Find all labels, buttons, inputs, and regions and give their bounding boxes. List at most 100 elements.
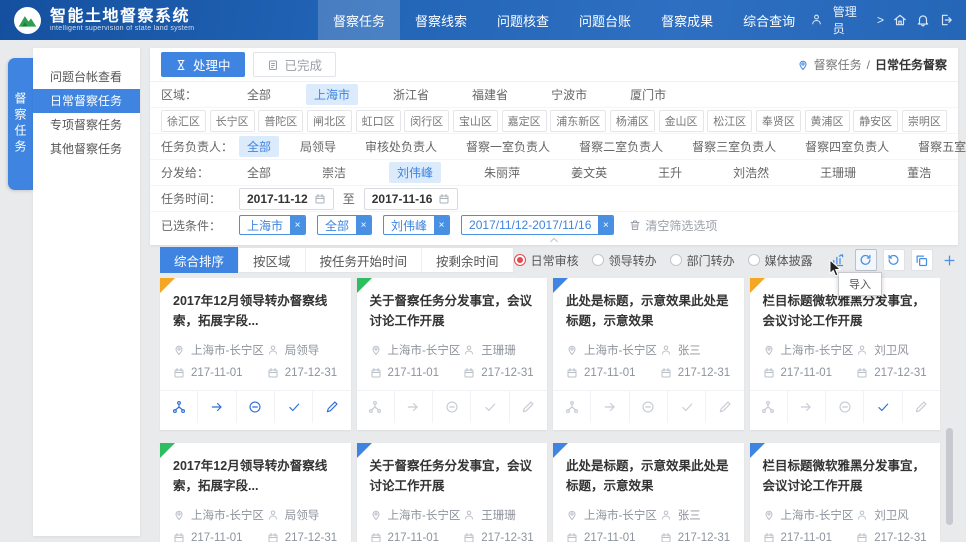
type-radio[interactable]: 领导转办 bbox=[592, 252, 657, 269]
task-card[interactable]: 关于督察任务分发事宜，会议讨论工作开展 上海市-长宁区 王珊珊 217-11-0… bbox=[357, 443, 548, 542]
owner-option[interactable]: 全部 bbox=[239, 136, 279, 157]
district-option[interactable]: 金山区 bbox=[659, 110, 704, 132]
filter-tag[interactable]: 2017/11/12-2017/11/16 × bbox=[461, 215, 614, 235]
district-option[interactable]: 虹口区 bbox=[356, 110, 401, 132]
export-icon[interactable] bbox=[883, 249, 905, 271]
district-option[interactable]: 闸北区 bbox=[307, 110, 352, 132]
sort-tab[interactable]: 按区域 bbox=[239, 248, 306, 272]
owner-option[interactable]: 督察五室负责人 bbox=[910, 136, 966, 157]
edit-pencil-icon[interactable] bbox=[903, 391, 940, 423]
filter-tag[interactable]: 全部 × bbox=[317, 215, 372, 235]
region-option[interactable]: 福建省 bbox=[464, 84, 516, 105]
region-option[interactable]: 浙江省 bbox=[385, 84, 437, 105]
district-option[interactable]: 长宁区 bbox=[210, 110, 255, 132]
task-card[interactable]: 栏目标题微软雅黑分发事宜，会议讨论工作开展 上海市-长宁区 刘卫风 217-11… bbox=[750, 278, 941, 430]
sidebar-item[interactable]: 问题台帐查看 bbox=[33, 65, 140, 89]
complete-check-icon[interactable] bbox=[275, 391, 313, 423]
suspend-icon[interactable] bbox=[826, 391, 864, 423]
type-radio[interactable]: 部门转办 bbox=[670, 252, 735, 269]
distribute-icon[interactable] bbox=[553, 391, 591, 423]
collapse-filters-button[interactable] bbox=[538, 234, 571, 247]
distribute-icon[interactable] bbox=[750, 391, 788, 423]
owner-option[interactable]: 审核处负责人 bbox=[357, 136, 445, 157]
home-icon[interactable] bbox=[893, 13, 907, 27]
task-card[interactable]: 此处是标题，示意效果此处是标题，示意效果 上海市-长宁区 张三 217-11-0… bbox=[553, 278, 744, 430]
close-icon[interactable]: × bbox=[356, 216, 371, 234]
sort-tab[interactable]: 按任务开始时间 bbox=[306, 248, 423, 272]
task-card[interactable]: 2017年12月领导转办督察线索，拓展字段... 上海市-长宁区 局领导 217… bbox=[160, 278, 351, 430]
user-name[interactable]: 管理员 bbox=[833, 3, 868, 37]
edit-pencil-icon[interactable] bbox=[706, 391, 743, 423]
assignee-option[interactable]: 刘伟峰 bbox=[389, 162, 441, 183]
distribute-icon[interactable] bbox=[160, 391, 198, 423]
complete-check-icon[interactable] bbox=[471, 391, 509, 423]
nav-item[interactable]: 督察任务 bbox=[318, 0, 400, 40]
district-option[interactable]: 宝山区 bbox=[453, 110, 498, 132]
distribute-icon[interactable] bbox=[357, 391, 395, 423]
district-option[interactable]: 奉贤区 bbox=[756, 110, 801, 132]
complete-check-icon[interactable] bbox=[668, 391, 706, 423]
type-radio[interactable]: 媒体披露 bbox=[748, 252, 813, 269]
suspend-icon[interactable] bbox=[237, 391, 275, 423]
tab-processing[interactable]: 处理中 bbox=[161, 52, 245, 77]
complete-check-icon[interactable] bbox=[864, 391, 902, 423]
date-from-input[interactable]: 2017-11-12 bbox=[239, 188, 334, 210]
district-option[interactable]: 嘉定区 bbox=[502, 110, 547, 132]
filter-tag[interactable]: 上海市 × bbox=[239, 215, 306, 235]
district-option[interactable]: 黄浦区 bbox=[805, 110, 850, 132]
task-card[interactable]: 2017年12月领导转办督察线索，拓展字段... 上海市-长宁区 局领导 217… bbox=[160, 443, 351, 542]
add-icon[interactable] bbox=[939, 249, 961, 271]
owner-option[interactable]: 局领导 bbox=[292, 136, 344, 157]
clear-filters-button[interactable]: 清空筛选选项 bbox=[629, 217, 717, 234]
nav-item[interactable]: 综合查询 bbox=[728, 0, 810, 40]
tab-done[interactable]: 已完成 bbox=[253, 52, 337, 77]
district-option[interactable]: 普陀区 bbox=[258, 110, 303, 132]
nav-item[interactable]: 督察成果 bbox=[646, 0, 728, 40]
district-option[interactable]: 杨浦区 bbox=[610, 110, 655, 132]
assignee-option[interactable]: 全部 bbox=[239, 162, 279, 183]
nav-item[interactable]: 督察线索 bbox=[400, 0, 482, 40]
breadcrumb-parent[interactable]: 督察任务 bbox=[814, 56, 862, 73]
sidebar-item[interactable]: 日常督察任务 bbox=[33, 89, 140, 113]
assignee-option[interactable]: 姜文英 bbox=[563, 162, 615, 183]
assignee-option[interactable]: 王升 bbox=[650, 162, 690, 183]
nav-item[interactable]: 问题台账 bbox=[564, 0, 646, 40]
copy-icon[interactable] bbox=[911, 249, 933, 271]
logout-icon[interactable] bbox=[939, 13, 953, 27]
sidebar-item[interactable]: 专项督察任务 bbox=[33, 113, 140, 137]
assignee-option[interactable]: 崇洁 bbox=[314, 162, 354, 183]
notification-icon[interactable] bbox=[916, 13, 930, 27]
forward-icon[interactable] bbox=[788, 391, 826, 423]
import-icon[interactable] bbox=[855, 249, 877, 271]
vertical-scrollbar[interactable] bbox=[946, 428, 953, 525]
district-option[interactable]: 静安区 bbox=[853, 110, 898, 132]
assignee-option[interactable]: 王珊珊 bbox=[812, 162, 864, 183]
edit-pencil-icon[interactable] bbox=[510, 391, 547, 423]
task-card[interactable]: 栏目标题微软雅黑分发事宜，会议讨论工作开展 上海市-长宁区 刘卫风 217-11… bbox=[750, 443, 941, 542]
district-option[interactable]: 浦东新区 bbox=[550, 110, 606, 132]
owner-option[interactable]: 督察一室负责人 bbox=[458, 136, 558, 157]
owner-option[interactable]: 督察四室负责人 bbox=[797, 136, 897, 157]
forward-icon[interactable] bbox=[198, 391, 236, 423]
close-icon[interactable]: × bbox=[598, 216, 613, 234]
close-icon[interactable]: × bbox=[290, 216, 305, 234]
sort-tab[interactable]: 综合排序 bbox=[160, 247, 239, 273]
district-option[interactable]: 闵行区 bbox=[404, 110, 449, 132]
task-card[interactable]: 关于督察任务分发事宜，会议讨论工作开展 上海市-长宁区 王珊珊 217-11-0… bbox=[357, 278, 548, 430]
district-option[interactable]: 徐汇区 bbox=[161, 110, 206, 132]
sidebar-item[interactable]: 其他督察任务 bbox=[33, 137, 140, 161]
filter-tag[interactable]: 刘伟峰 × bbox=[383, 215, 450, 235]
nav-item[interactable]: 问题核查 bbox=[482, 0, 564, 40]
sort-tab[interactable]: 按剩余时间 bbox=[422, 248, 513, 272]
region-option[interactable]: 厦门市 bbox=[622, 84, 674, 105]
close-icon[interactable]: × bbox=[434, 216, 449, 234]
assignee-option[interactable]: 刘浩然 bbox=[725, 162, 777, 183]
region-option[interactable]: 全部 bbox=[239, 84, 279, 105]
suspend-icon[interactable] bbox=[433, 391, 471, 423]
date-to-input[interactable]: 2017-11-16 bbox=[364, 188, 459, 210]
sidebar-vertical-tab[interactable]: 督察任务 bbox=[8, 58, 33, 190]
type-radio[interactable]: 日常审核 bbox=[514, 252, 579, 269]
forward-icon[interactable] bbox=[591, 391, 629, 423]
region-option[interactable]: 宁波市 bbox=[543, 84, 595, 105]
suspend-icon[interactable] bbox=[630, 391, 668, 423]
